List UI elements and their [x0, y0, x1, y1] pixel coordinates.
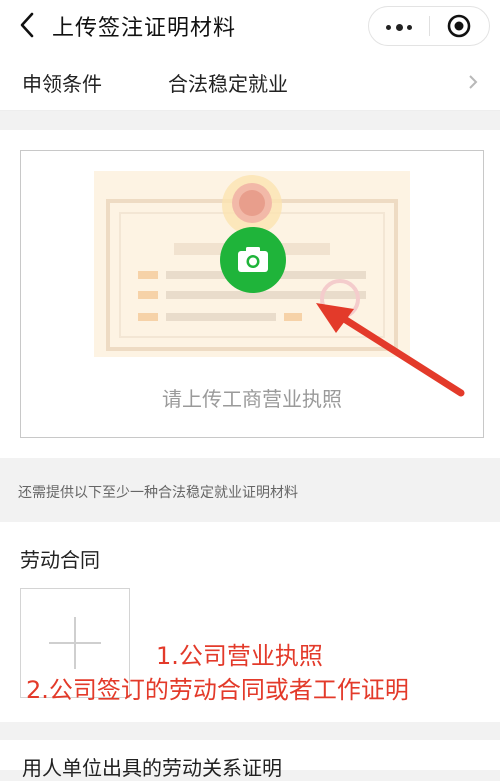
chevron-left-icon[interactable]: [14, 10, 40, 40]
mini-program-capsule: [368, 6, 490, 46]
page-title: 上传签注证明材料: [52, 16, 237, 41]
capsule-divider: [429, 16, 430, 36]
upload-prompt: 请上传工商营业执照: [162, 387, 342, 411]
annotation-line-2: 2.公司签订的劳动合同或者工作证明: [26, 676, 409, 704]
target-close-icon[interactable]: [447, 14, 471, 38]
annotation-line-1: 1.公司营业执照: [156, 642, 323, 670]
chevron-right-icon: [469, 75, 478, 89]
employment-proof-title: 用人单位出具的劳动关系证明: [22, 756, 282, 780]
more-dots-icon[interactable]: [386, 24, 412, 31]
camera-icon[interactable]: [220, 227, 286, 293]
condition-row[interactable]: 申领条件 合法稳定就业: [0, 52, 500, 111]
condition-value: 合法稳定就业: [168, 72, 288, 96]
condition-label: 申领条件: [22, 72, 102, 96]
license-upload-area[interactable]: 请上传工商营业执照: [20, 150, 484, 438]
plus-icon-vertical: [74, 617, 76, 669]
license-upload-section: 请上传工商营业执照: [0, 130, 500, 458]
navigation-bar: 上传签注证明材料: [0, 0, 500, 52]
labor-contract-section: 劳动合同 1.公司营业执照 2.公司签订的劳动合同或者工作证明: [0, 522, 500, 722]
contract-title: 劳动合同: [20, 548, 100, 572]
requirement-hint: 还需提供以下至少一种合法稳定就业证明材料: [18, 485, 298, 501]
